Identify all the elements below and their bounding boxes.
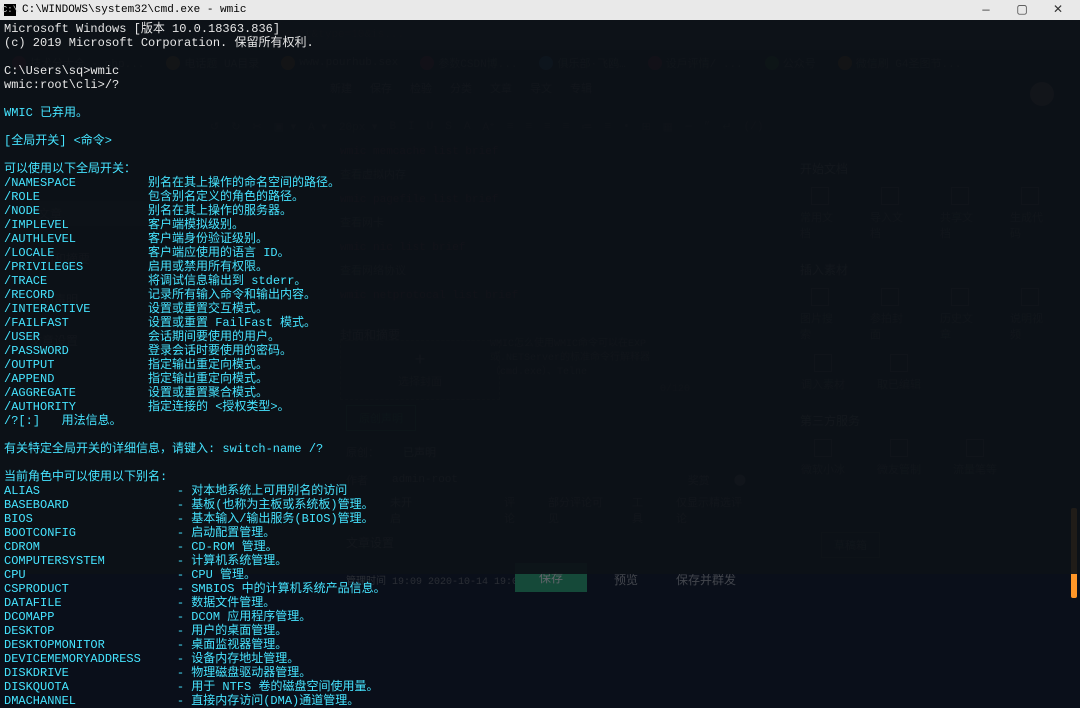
- close-button[interactable]: ✕: [1040, 0, 1076, 20]
- window-titlebar[interactable]: C:\ C:\WINDOWS\system32\cmd.exe - wmic —…: [0, 0, 1080, 20]
- cmd-window: C:\ C:\WINDOWS\system32\cmd.exe - wmic —…: [0, 0, 1080, 602]
- minimize-button[interactable]: —: [968, 0, 1004, 20]
- window-title: C:\WINDOWS\system32\cmd.exe - wmic: [22, 3, 968, 17]
- maximize-button[interactable]: ▢: [1004, 0, 1040, 20]
- terminal-output[interactable]: Microsoft Windows [版本 10.0.18363.836] (c…: [0, 20, 1080, 574]
- cmd-icon: C:\: [4, 4, 16, 16]
